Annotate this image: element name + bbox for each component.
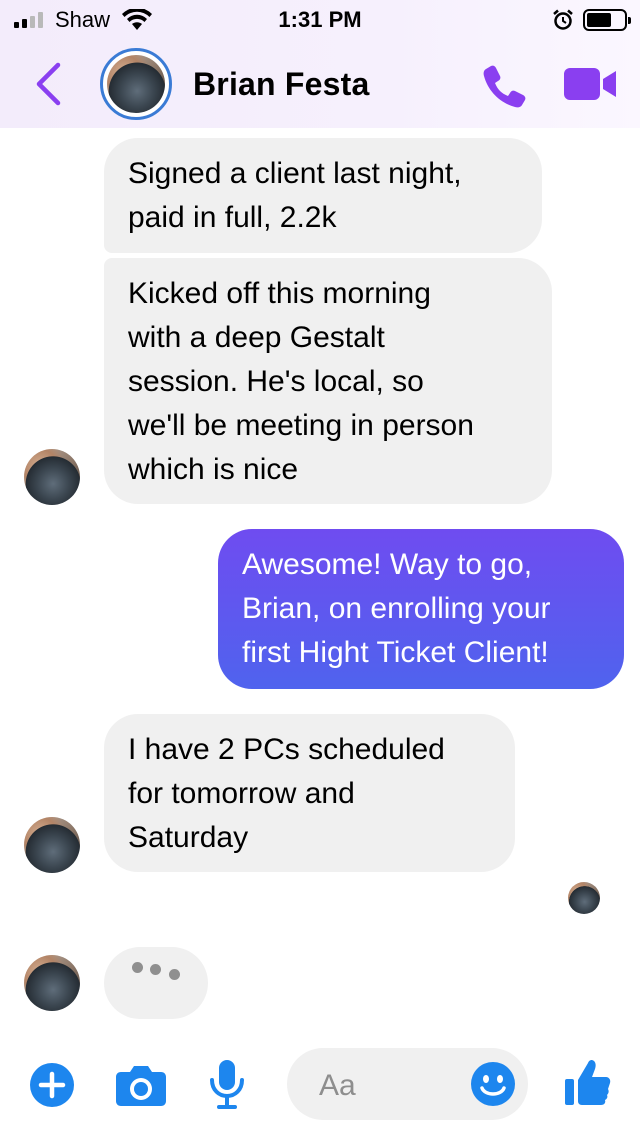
typing-indicator	[104, 947, 208, 1019]
clock: 1:31 PM	[278, 7, 362, 32]
sender-avatar[interactable]	[24, 449, 80, 505]
message-line: with a deep Gestalt	[128, 321, 385, 354]
message-line: Awesome! Way to go,	[242, 548, 533, 581]
contact-name[interactable]: Brian Festa	[193, 66, 369, 103]
message-line: Kicked off this morning	[128, 277, 431, 310]
camera-icon[interactable]	[115, 1063, 167, 1107]
contact-avatar[interactable]	[100, 48, 172, 120]
typing-dot	[169, 969, 180, 980]
thumbs-up-icon[interactable]	[564, 1057, 612, 1107]
message-bubble-received[interactable]: Signed a client last night, paid in full…	[104, 138, 542, 253]
message-line: Saturday	[128, 821, 249, 854]
sender-avatar[interactable]	[24, 817, 80, 873]
video-camera-icon[interactable]	[562, 66, 618, 102]
read-receipt-avatar	[568, 882, 600, 914]
message-line: I have 2 PCs scheduled	[128, 733, 445, 766]
message-input-placeholder: Aa	[319, 1069, 356, 1102]
message-bubble-received[interactable]: I have 2 PCs scheduled for tomorrow and …	[104, 714, 515, 872]
message-bubble-sent[interactable]: Awesome! Way to go, Brian, on enrolling …	[218, 529, 624, 689]
battery-icon	[583, 9, 631, 31]
message-composer: Aa	[0, 1040, 640, 1136]
message-line: session. He's local, so	[128, 365, 424, 398]
emoji-icon[interactable]	[470, 1061, 516, 1107]
typing-dot	[132, 962, 143, 973]
message-bubble-received[interactable]: Kicked off this morning with a deep Gest…	[104, 258, 552, 504]
message-line: first Hight Ticket Client!	[242, 636, 549, 669]
alarm-icon	[553, 9, 573, 30]
plus-icon[interactable]	[29, 1062, 75, 1108]
microphone-icon[interactable]	[207, 1058, 247, 1110]
message-line: Signed a client last night,	[128, 157, 462, 190]
status-bar: Shaw 1:31 PM	[0, 0, 640, 40]
message-line: for tomorrow and	[128, 777, 355, 810]
typing-dot	[150, 964, 161, 975]
phone-icon[interactable]	[480, 62, 528, 110]
message-line: paid in full, 2.2k	[128, 201, 337, 234]
sender-avatar[interactable]	[24, 955, 80, 1011]
chevron-left-icon[interactable]	[34, 62, 62, 106]
message-line: we'll be meeting in person	[128, 409, 474, 442]
message-line: Brian, on enrolling your	[242, 592, 551, 625]
message-line: which is nice	[128, 453, 299, 486]
conversation-header: Brian Festa	[0, 44, 640, 128]
